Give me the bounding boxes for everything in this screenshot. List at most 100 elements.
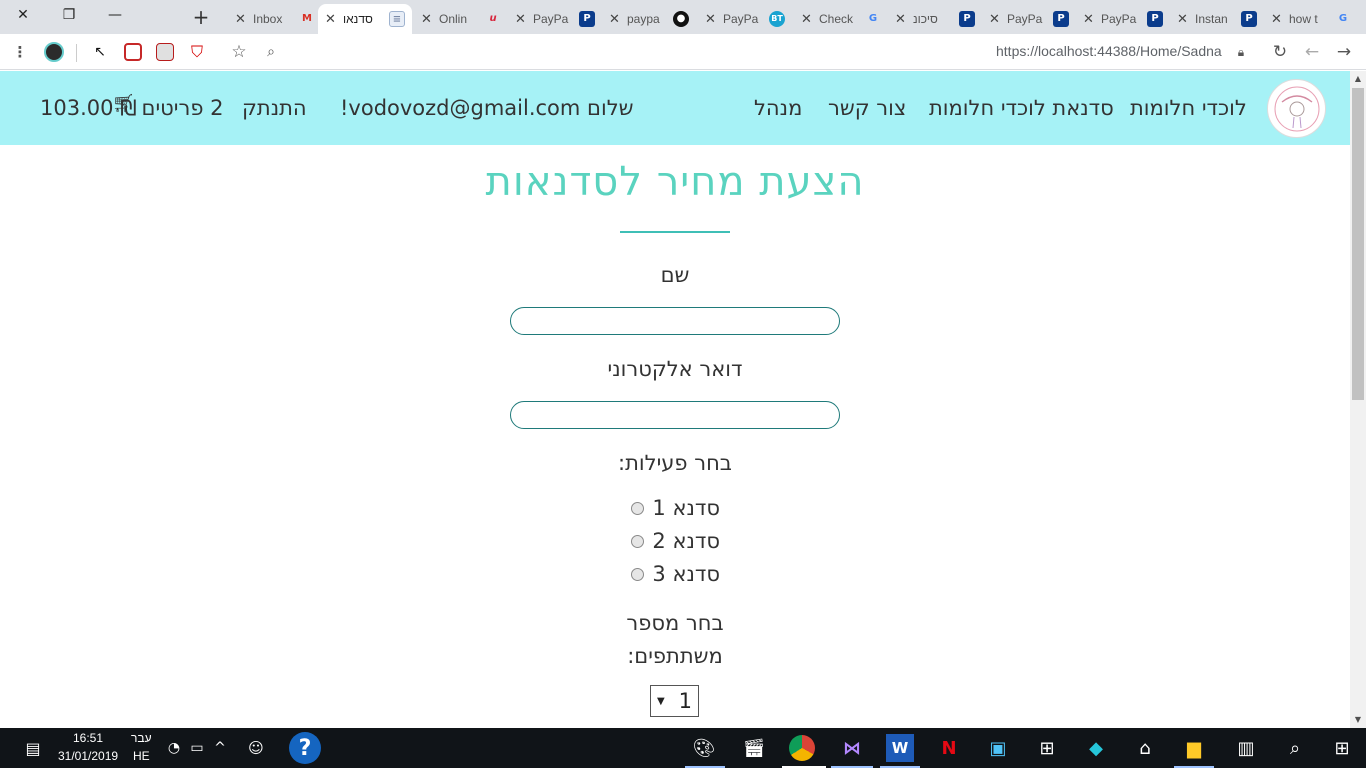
language-top[interactable]: עבר	[131, 731, 152, 745]
tab-close-icon[interactable]: ✕	[989, 11, 1001, 27]
google-icon: G	[1338, 13, 1348, 24]
tab-close-icon[interactable]: ✕	[705, 11, 717, 27]
site-logo[interactable]	[1267, 79, 1326, 138]
lock-icon[interactable]: 🔒︎	[1231, 42, 1251, 62]
tab-4[interactable]: ✕ paypa ●	[602, 4, 694, 34]
tab-7[interactable]: ✕ סיכונ P	[888, 4, 978, 34]
visual-studio-icon[interactable]: ⋈	[838, 734, 866, 762]
extension-globe-icon[interactable]	[44, 42, 64, 62]
tab-strip: ✕ ❐ — + ✕ Inbox M ✕ סדנאו ≡ ✕ Onlin u ✕ …	[0, 0, 1366, 34]
radio-option-1[interactable]: סדנא 1	[630, 496, 720, 520]
tab-11[interactable]: ✕ how t G	[1264, 4, 1354, 34]
menu-dots-icon[interactable]: ⋮	[10, 42, 30, 62]
name-input[interactable]	[510, 307, 840, 335]
tab-close-icon[interactable]: ✕	[801, 11, 813, 27]
file-explorer-icon[interactable]: ▆	[1180, 734, 1208, 762]
search-icon[interactable]: ⌕	[1281, 734, 1309, 762]
back-arrow-icon[interactable]: ←	[1302, 42, 1322, 62]
radio-button[interactable]	[631, 534, 645, 548]
tab-6[interactable]: ✕ Check G	[794, 4, 884, 34]
tab-close-icon[interactable]: ✕	[609, 11, 621, 27]
cart-icon: 🛒︎	[112, 93, 135, 114]
bookmark-star-icon[interactable]: ☆	[229, 42, 249, 62]
nav-workshop-link[interactable]: סדנאת לוכדי חלומות	[929, 96, 1114, 120]
store-icon[interactable]: ⊞	[1033, 734, 1061, 762]
task-view-icon[interactable]: ▥	[1232, 734, 1260, 762]
radio-label: סדנא 3	[652, 562, 720, 586]
nav-contact-link[interactable]: צור קשר	[828, 96, 906, 120]
tab-title: Check	[819, 12, 854, 26]
chrome-icon[interactable]	[789, 735, 815, 761]
clock-time[interactable]: 16:51	[73, 731, 103, 745]
tray-chevron-up-icon[interactable]: ^	[206, 734, 234, 762]
forward-arrow-icon[interactable]: →	[1334, 42, 1354, 62]
video-extension-icon[interactable]	[124, 43, 142, 61]
kodi-icon[interactable]: ◆	[1082, 734, 1110, 762]
tab-close-icon[interactable]: ✕	[515, 11, 527, 27]
logout-link[interactable]: התנתק	[242, 96, 307, 120]
word-icon[interactable]: W	[886, 734, 914, 762]
tab-close-icon[interactable]: ✕	[895, 11, 907, 27]
clock-date[interactable]: 31/01/2019	[58, 749, 118, 763]
radio-label: סדנא 1	[652, 496, 720, 520]
greeting-link[interactable]: שלום vodovozd@gmail.com!	[340, 96, 634, 120]
new-tab-plus-icon[interactable]: +	[188, 4, 214, 30]
close-window-icon[interactable]: ✕	[0, 0, 46, 30]
restore-window-icon[interactable]: ❐	[46, 0, 92, 30]
reload-icon[interactable]: ↻	[1270, 42, 1290, 62]
radio-button[interactable]	[631, 501, 645, 515]
scroll-down-arrow-icon[interactable]: ▼	[1350, 712, 1366, 728]
tab-9[interactable]: ✕ PayPa P	[1076, 4, 1166, 34]
radio-option-2[interactable]: סדנא 2	[630, 529, 720, 553]
email-label: דואר אלקטרוני	[607, 357, 743, 381]
tab-1[interactable]: ✕ סדנאו ≡	[318, 4, 412, 34]
tab-close-icon[interactable]: ✕	[235, 11, 247, 27]
page-scrollbar[interactable]: ▲ ▼	[1350, 71, 1366, 728]
tab-close-icon[interactable]: ✕	[1083, 11, 1095, 27]
google-icon: G	[868, 13, 878, 24]
zoom-icon[interactable]: ⌕	[261, 42, 281, 62]
tab-0[interactable]: ✕ Inbox M	[228, 4, 316, 34]
control-panel-icon[interactable]: ▣	[984, 734, 1012, 762]
tab-close-icon[interactable]: ✕	[1271, 11, 1283, 27]
home-icon[interactable]: ⌂	[1131, 734, 1159, 762]
tab-title: PayPa	[723, 12, 759, 26]
help-icon[interactable]: ?	[289, 732, 321, 764]
tab-3[interactable]: ✕ PayPa P	[508, 4, 598, 34]
radio-button[interactable]	[631, 567, 645, 581]
language-bottom[interactable]: HE	[133, 749, 150, 763]
paint-app-icon[interactable]: 🎨︎	[690, 734, 718, 762]
scroll-up-arrow-icon[interactable]: ▲	[1350, 71, 1366, 87]
people-icon[interactable]: ☺	[242, 734, 270, 762]
tab-title: PayPa	[1101, 12, 1137, 26]
tab-close-icon[interactable]: ✕	[325, 11, 337, 27]
nav-admin-link[interactable]: מנהל	[754, 96, 802, 120]
windows-start-icon[interactable]: ⊞	[1328, 734, 1356, 762]
tab-title: Instan	[1195, 12, 1228, 26]
cursor-extension-icon[interactable]: ↖	[90, 42, 110, 62]
activity-label: בחר פעילות:	[618, 451, 732, 475]
scroll-thumb[interactable]	[1352, 88, 1364, 400]
tab-5[interactable]: ✕ PayPa BT	[698, 4, 790, 34]
tab-title: Onlin	[439, 12, 468, 26]
email-input[interactable]	[510, 401, 840, 429]
tab-close-icon[interactable]: ✕	[1177, 11, 1189, 27]
tab-close-icon[interactable]: ✕	[421, 11, 433, 27]
tab-10[interactable]: ✕ Instan P	[1170, 4, 1260, 34]
participants-select[interactable]: ▼ 1	[650, 685, 699, 717]
tab-8[interactable]: ✕ PayPa P	[982, 4, 1072, 34]
pdf-extension-icon[interactable]	[156, 43, 174, 61]
cart-count-link[interactable]: 2 פריטים 🛒︎	[112, 93, 224, 120]
radio-option-3[interactable]: סדנא 3	[630, 562, 720, 586]
minimize-window-icon[interactable]: —	[92, 0, 138, 30]
shield-extension-icon[interactable]: ⛉	[187, 42, 207, 62]
address-bar-url[interactable]: https://localhost:44388/Home/Sadna	[996, 43, 1222, 59]
nav-home-link[interactable]: לוכדי חלומות	[1130, 96, 1247, 120]
netflix-icon[interactable]: N	[935, 734, 963, 762]
movie-maker-icon[interactable]: 🎬︎	[740, 734, 768, 762]
tab-2[interactable]: ✕ Onlin u	[414, 4, 504, 34]
action-center-icon[interactable]: ▤	[19, 734, 47, 762]
toolbar-divider	[76, 44, 77, 62]
windows-taskbar: ▤ 16:51 31/01/2019 עבר HE ◔ ▭ ^ ☺ ? 🎨︎ 🎬…	[0, 728, 1366, 768]
tab-title: paypa	[627, 12, 660, 26]
